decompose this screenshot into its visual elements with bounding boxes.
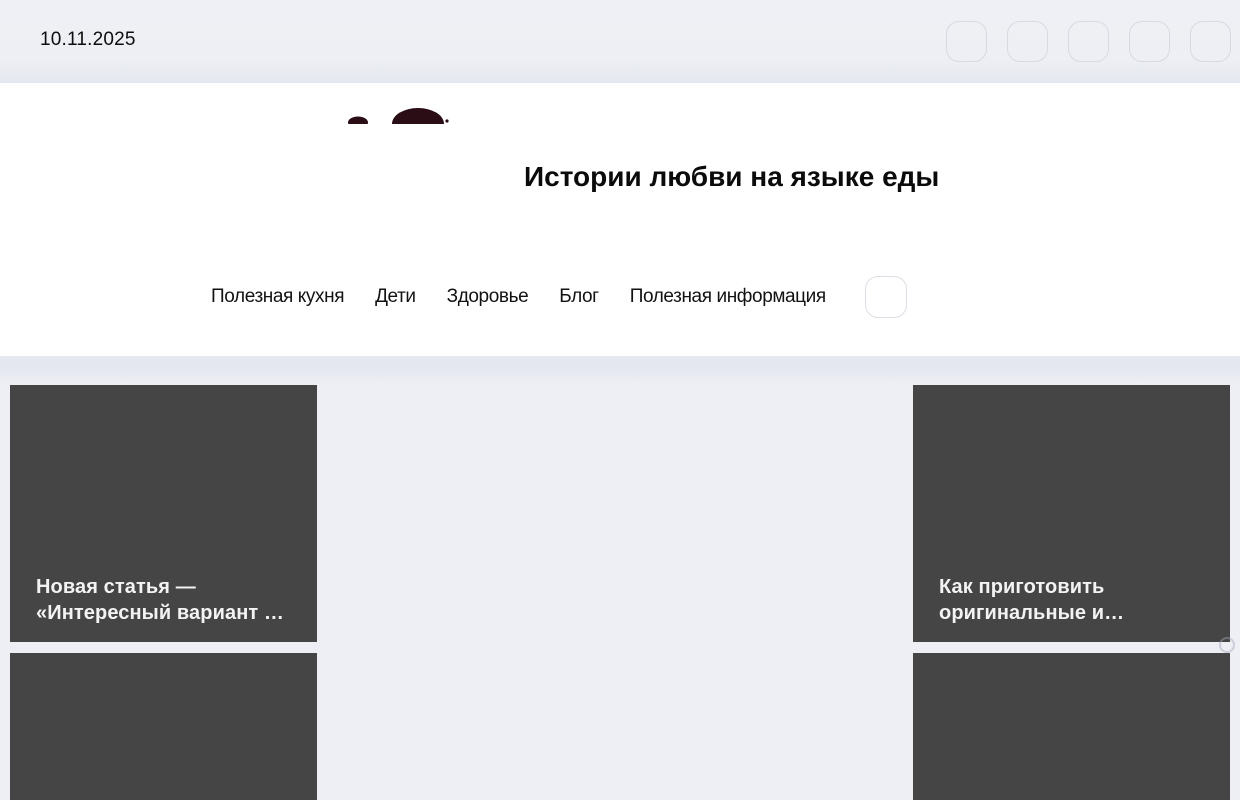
article-card[interactable]: Новая статья — «Интересный вариант … <box>10 385 317 642</box>
topbar-actions <box>946 21 1231 62</box>
article-card[interactable] <box>10 653 317 800</box>
search-button[interactable] <box>865 276 907 318</box>
current-date: 10.11.2025 <box>40 29 136 51</box>
loader-icon <box>1219 637 1235 653</box>
nav-item-poleznaya-kuhnya[interactable]: Полезная кухня <box>211 286 344 308</box>
social-link-button-2[interactable] <box>1007 21 1048 62</box>
nav-item-blog[interactable]: Блог <box>559 286 598 308</box>
page: 10.11.2025 Истории любви на языке еды По… <box>0 0 1240 800</box>
social-link-button-4[interactable] <box>1129 21 1170 62</box>
main-nav: Полезная кухня Дети Здоровье Блог Полезн… <box>211 275 907 319</box>
header-shadow-divider <box>0 356 1240 384</box>
nav-item-poleznaya-informaciya[interactable]: Полезная информация <box>630 286 826 308</box>
nav-item-deti[interactable]: Дети <box>375 286 416 308</box>
social-link-button-1[interactable] <box>946 21 987 62</box>
article-card-title: Как приготовить оригинальные и… <box>939 574 1164 626</box>
article-card[interactable] <box>913 653 1230 800</box>
site-title[interactable]: Истории любви на языке еды <box>524 162 939 192</box>
article-card-title: Новая статья — «Интересный вариант … <box>36 574 294 626</box>
social-link-button-3[interactable] <box>1068 21 1109 62</box>
site-logo[interactable] <box>330 95 460 124</box>
topbar: 10.11.2025 <box>0 0 1240 83</box>
article-card[interactable]: Как приготовить оригинальные и… <box>913 385 1230 642</box>
site-header: Истории любви на языке еды Полезная кухн… <box>0 83 1240 356</box>
nav-item-zdorove[interactable]: Здоровье <box>447 286 529 308</box>
logo-image-icon <box>330 95 460 124</box>
social-link-button-5[interactable] <box>1190 21 1231 62</box>
